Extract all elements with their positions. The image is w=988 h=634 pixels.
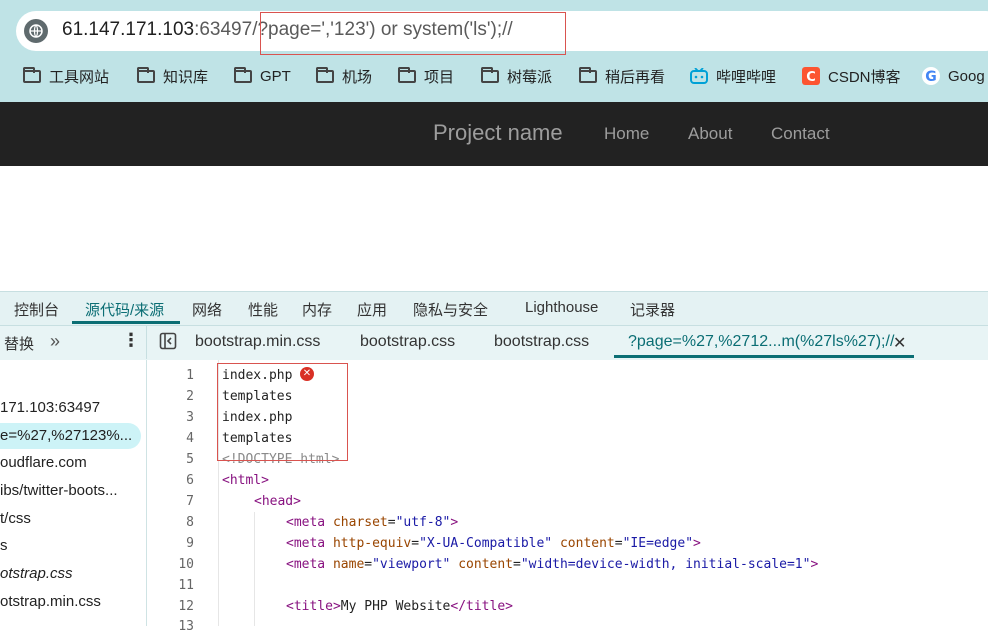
folder-icon [579,66,597,83]
output-highlight-box [217,363,348,461]
more-tabs-icon[interactable]: » [50,331,60,352]
tab-application[interactable]: 应用 [357,299,387,320]
line-number: 13 [178,619,194,634]
bookmarks-bar: 工具网站 知识库 GPT 机场 项目 树莓派 稍后再看 哔哩哔哩 C CSDN博… [0,62,988,92]
tree-item[interactable]: s [0,537,8,554]
tab-lighthouse[interactable]: Lighthouse [525,299,598,316]
line-number: 9 [186,536,194,551]
tab-performance[interactable]: 性能 [248,299,278,320]
divider [146,326,147,359]
file-tab-active[interactable]: ?page=%27,%2712...m(%27ls%27);// [628,333,894,351]
code-line: <html> [222,473,269,488]
folder-icon [398,66,416,83]
url-host: 61.147.171.103 [62,19,195,40]
tab-recorder[interactable]: 记录器 [630,299,675,320]
line-number: 11 [178,578,194,593]
nav-contact-link[interactable]: Contact [771,124,830,144]
line-number: 10 [178,557,194,572]
folder-icon [23,66,41,83]
active-file-indicator [614,355,914,358]
svg-text:G: G [925,69,937,85]
bilibili-icon [690,68,708,84]
code-line: <title>My PHP Website</title> [286,599,513,614]
bookmark-item[interactable]: GPT [234,62,291,90]
tree-item[interactable]: otstrap.min.css [0,593,101,610]
line-number: 2 [186,389,194,404]
csdn-icon: C [802,67,820,85]
line-number: 3 [186,410,194,425]
code-line: <meta charset="utf-8"> [286,515,459,530]
bookmark-item[interactable]: G Goog [922,62,985,90]
folder-icon [234,66,252,83]
bookmark-item[interactable]: 工具网站 [23,62,109,90]
line-number: 8 [186,515,194,530]
site-brand[interactable]: Project name [433,120,563,146]
close-tab-icon[interactable]: ✕ [893,333,906,353]
tab-console[interactable]: 控制台 [14,299,59,320]
line-number: 6 [186,473,194,488]
tab-privacy-security[interactable]: 隐私与安全 [413,299,488,320]
folder-icon [137,66,155,83]
tab-memory[interactable]: 内存 [302,299,332,320]
nav-about-link[interactable]: About [688,124,732,144]
svg-text:C: C [806,70,816,85]
code-line: <head> [254,494,301,509]
tab-network[interactable]: 网络 [192,299,222,320]
bookmark-item[interactable]: 树莓派 [481,62,552,90]
bookmark-item[interactable]: 项目 [398,62,454,90]
code-line: <meta http-equiv="X-UA-Compatible" conte… [286,536,701,551]
toggle-navigator-icon[interactable] [159,332,177,355]
folder-icon [316,66,334,83]
more-options-icon[interactable]: ⋮ [122,330,140,351]
file-tab[interactable]: bootstrap.css [494,333,589,351]
google-icon: G [922,67,940,85]
bookmark-item[interactable]: C CSDN博客 [802,62,901,90]
url-highlight-box [260,12,566,55]
tab-sources[interactable]: 源代码/来源 [85,299,164,320]
tree-item[interactable]: ibs/twitter-boots... [0,482,118,499]
active-tab-indicator [72,321,180,324]
line-number: 7 [186,494,194,509]
tree-item-selected[interactable]: e=%27,%27123%... [0,427,132,444]
bookmark-item[interactable]: 稍后再看 [579,62,665,90]
file-tab[interactable]: bootstrap.css [360,333,455,351]
line-number: 1 [186,368,194,383]
file-tab[interactable]: bootstrap.min.css [195,333,320,351]
line-number: 5 [186,452,194,467]
line-number: 4 [186,431,194,446]
bookmark-item[interactable]: 知识库 [137,62,208,90]
indent-guide [254,512,255,626]
code-line: <meta name="viewport" content="width=dev… [286,557,819,572]
folder-icon [481,66,499,83]
tree-item[interactable]: t/css [0,510,31,527]
nav-home-link[interactable]: Home [604,124,649,144]
bookmark-item[interactable]: 哔哩哔哩 [690,62,776,90]
tree-item[interactable]: 171.103:63497 [0,399,100,416]
overrides-tab[interactable]: 替换 [4,333,34,354]
tree-item[interactable]: oudflare.com [0,454,87,471]
line-number: 12 [178,599,194,614]
site-info-icon[interactable] [24,19,48,43]
tree-item[interactable]: otstrap.css [0,565,73,582]
bookmark-item[interactable]: 机场 [316,62,372,90]
